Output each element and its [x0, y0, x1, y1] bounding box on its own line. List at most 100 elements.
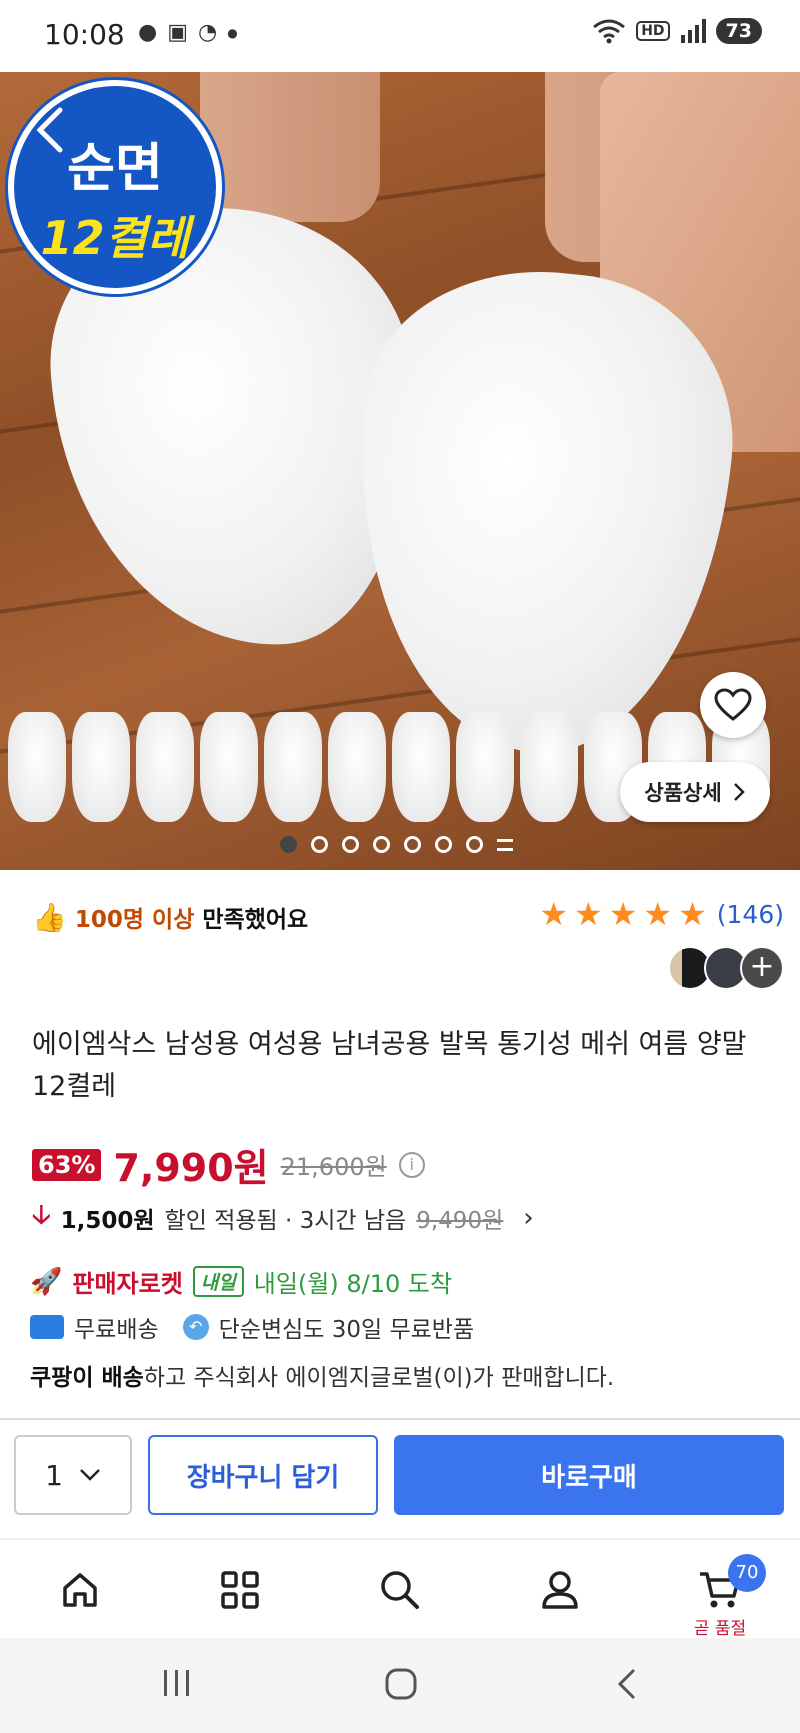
wishlist-button[interactable]: [700, 672, 766, 738]
bowl-icon: ◔: [198, 20, 218, 45]
notification-icon: ●: [138, 20, 158, 45]
status-left-icons: ● ▣ ◔ ●: [138, 20, 238, 45]
mini-sock: [392, 712, 450, 822]
coupon-text: 할인 적용됨 · 3시간 남음: [164, 1208, 407, 1234]
heart-icon: [714, 688, 752, 721]
headset-icon: ▣: [167, 20, 188, 45]
star-icon: ★: [574, 895, 603, 933]
home-nav-button[interactable]: [383, 1666, 419, 1711]
seller-text: 하고 주식회사 에이엠지글로벌(이)가 판매합니다.: [143, 1365, 615, 1391]
back-arrow-icon: [617, 1668, 636, 1700]
info-icon[interactable]: i: [398, 1151, 425, 1178]
color-swatches[interactable]: +: [668, 946, 784, 990]
carousel-dot[interactable]: [435, 836, 452, 853]
product-image-carousel[interactable]: 순면 12켤레 상품상세: [0, 72, 800, 870]
chevron-right-icon: ›: [523, 1203, 534, 1233]
user-icon: [542, 1571, 578, 1609]
satisfaction-summary: 👍 100명 이상 만족했어요: [32, 900, 308, 934]
status-time: 10:08: [44, 18, 125, 51]
add-to-cart-button[interactable]: 장바구니 담기: [148, 1435, 378, 1515]
return-icon: ↶: [182, 1314, 209, 1340]
search-icon: [381, 1571, 419, 1609]
chevron-right-icon: [733, 783, 745, 801]
mini-sock: [520, 712, 578, 822]
quantity-select[interactable]: 1: [14, 1435, 132, 1515]
truck-icon: [30, 1315, 64, 1339]
wifi-icon: [593, 19, 626, 44]
rating-summary[interactable]: ★ ★ ★ ★ ★ (146): [539, 898, 784, 930]
mini-sock: [8, 712, 66, 822]
battery-indicator: 73: [715, 18, 762, 44]
system-nav-bar: [0, 1638, 800, 1733]
shipping-row: 무료배송 ↶ 단순변심도 30일 무료반품: [30, 1310, 474, 1344]
carousel-dot[interactable]: [342, 836, 359, 853]
promo-badge-bottom: 12켤레: [40, 211, 190, 265]
product-title: 에이엠삭스 남성용 여성용 남녀공용 발목 통기성 메쉬 여름 양말 12켤레: [32, 1029, 747, 1102]
mini-sock: [264, 712, 322, 822]
free-shipping-label: 무료배송: [74, 1317, 159, 1343]
arrow-down-icon: 🡣: [32, 1200, 51, 1230]
hd-badge: HD: [636, 21, 670, 41]
star-icon: ★: [539, 895, 569, 933]
recent-apps-button[interactable]: [160, 1666, 194, 1709]
grid-icon: [221, 1571, 259, 1609]
carousel-dot[interactable]: [311, 836, 328, 853]
purchase-action-bar: 1 장바구니 담기 바로구매: [0, 1420, 800, 1538]
tab-categories[interactable]: [210, 1560, 270, 1620]
chevron-down-icon: [80, 1469, 100, 1481]
carousel-dot[interactable]: [466, 836, 483, 853]
seller-info: 쿠팡이 배송하고 주식회사 에이엠지글로벌(이)가 판매합니다.: [30, 1358, 614, 1392]
review-count[interactable]: (146): [717, 900, 784, 929]
bottom-tab-bar: 70 곧 품절: [0, 1538, 800, 1639]
tomorrow-tag: 내일: [192, 1266, 244, 1297]
star-icon: ★: [643, 895, 673, 933]
thumbs-up-icon: 👍: [32, 900, 67, 934]
star-icon: ★: [608, 895, 638, 933]
discount-badge: 63%: [32, 1148, 102, 1181]
carousel-dot[interactable]: [373, 836, 390, 853]
back-button[interactable]: [30, 100, 80, 160]
more-colors-button[interactable]: +: [740, 946, 784, 990]
chevron-left-icon: [36, 107, 63, 153]
arrival-date: 내일(월) 8/10 도착: [253, 1270, 453, 1298]
carousel-more-icon: [497, 838, 513, 851]
rocket-label: 판매자로켓: [72, 1270, 183, 1298]
leg-image: [200, 72, 380, 222]
home-icon: [63, 1573, 97, 1607]
recent-apps-icon: [164, 1670, 189, 1696]
mini-sock: [328, 712, 386, 822]
current-price: 7,990원: [113, 1146, 269, 1190]
product-detail-button[interactable]: 상품상세: [620, 762, 770, 822]
tab-home[interactable]: [50, 1560, 110, 1620]
star-icon: ★: [678, 895, 707, 933]
return-policy-label: 단순변심도 30일 무료반품: [218, 1317, 475, 1343]
tab-my-account[interactable]: [530, 1560, 590, 1620]
coupon-amount: 1,500원: [60, 1208, 155, 1234]
status-bar: 10:08 ● ▣ ◔ ● HD 73: [0, 0, 800, 72]
dot-icon: ●: [227, 25, 238, 40]
back-nav-button[interactable]: [612, 1666, 640, 1711]
mini-sock: [456, 712, 514, 822]
carousel-dot[interactable]: [404, 836, 421, 853]
tab-search[interactable]: [370, 1560, 430, 1620]
carousel-dot[interactable]: [280, 836, 297, 853]
quantity-value: 1: [45, 1458, 63, 1492]
buy-now-button[interactable]: 바로구매: [394, 1435, 784, 1515]
coupon-strike-price: 9,490원: [416, 1208, 504, 1234]
product-detail-label: 상품상세: [644, 781, 722, 805]
status-right: HD 73: [592, 18, 762, 44]
signal-icon: [680, 19, 706, 43]
cart-count-badge: 70: [728, 1554, 766, 1592]
mini-sock: [136, 712, 194, 822]
original-price: 21,600원: [280, 1153, 387, 1181]
price-row: 63% 7,990원 21,600원 i: [32, 1137, 425, 1192]
satisfaction-text: 만족했어요: [202, 907, 309, 933]
satisfaction-highlight: 100명 이상: [74, 907, 195, 933]
carousel-dots: [280, 836, 513, 853]
delivery-row: 🚀 판매자로켓 내일 내일(월) 8/10 도착: [30, 1264, 452, 1299]
mini-sock: [200, 712, 258, 822]
coupon-row[interactable]: 🡣 1,500원 할인 적용됨 · 3시간 남음 9,490원 ›: [32, 1196, 534, 1240]
seller-bold: 쿠팡이 배송: [30, 1365, 144, 1391]
sock-image: [330, 253, 750, 771]
rocket-icon: 🚀: [30, 1266, 63, 1297]
